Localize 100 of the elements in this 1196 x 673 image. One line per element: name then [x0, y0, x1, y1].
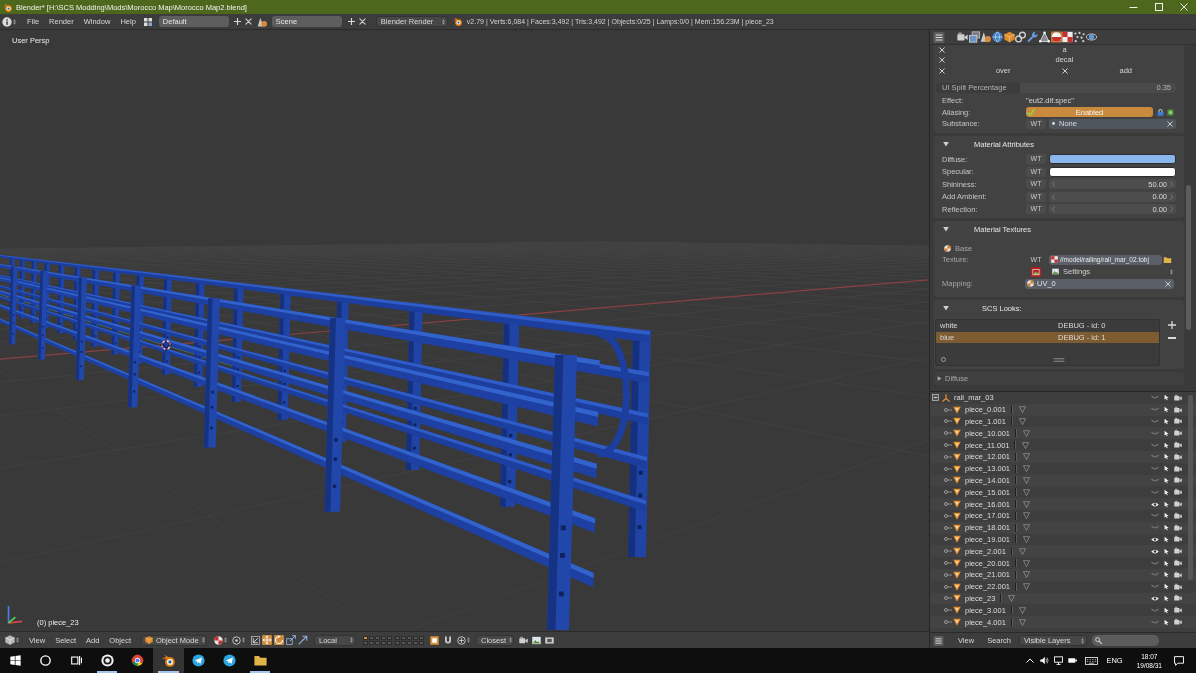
arrow-icon[interactable] — [298, 635, 309, 645]
link-icon[interactable] — [1015, 31, 1027, 43]
paper-plane-icon — [222, 654, 236, 667]
cube-icon[interactable] — [5, 635, 15, 645]
plus-icon[interactable] — [1168, 321, 1176, 329]
close-icon[interactable] — [358, 18, 366, 25]
keyboard-icon[interactable] — [1085, 656, 1099, 665]
axes-icon[interactable] — [251, 635, 261, 645]
sphere-icon[interactable] — [214, 635, 224, 645]
search-field[interactable] — [1091, 635, 1159, 646]
message-icon[interactable] — [1174, 655, 1184, 666]
triangle-icon — [953, 417, 961, 426]
scrollbar[interactable] — [1186, 185, 1191, 330]
camera-icon[interactable] — [1174, 476, 1182, 485]
camera-icon[interactable] — [1174, 559, 1182, 568]
camera-icon[interactable] — [1174, 618, 1182, 627]
up-down-arrows-icon[interactable] — [16, 637, 19, 643]
dot-icon[interactable] — [1167, 108, 1174, 116]
grid-icon[interactable] — [143, 17, 152, 26]
info-icon[interactable] — [2, 16, 12, 27]
eye-icon[interactable] — [1151, 548, 1159, 554]
pivot-icon[interactable] — [232, 635, 242, 645]
camera-icon[interactable] — [1174, 393, 1182, 402]
speaker-icon[interactable] — [1040, 656, 1050, 665]
resize-icon[interactable] — [286, 635, 297, 645]
collapse-icon[interactable] — [932, 394, 939, 402]
sphere-icon — [944, 244, 951, 252]
arc-icon[interactable] — [274, 635, 285, 645]
cube-icon[interactable] — [1003, 31, 1015, 43]
plus-icon[interactable] — [347, 18, 355, 25]
plus-icon[interactable] — [233, 18, 241, 25]
close-icon[interactable] — [939, 56, 945, 63]
close-icon[interactable] — [1061, 67, 1068, 74]
magnet-icon[interactable] — [444, 636, 453, 644]
screen-icon[interactable] — [545, 635, 555, 645]
camera-icon[interactable] — [1174, 500, 1182, 509]
camera-icon[interactable] — [1174, 535, 1182, 544]
windows-logo-icon[interactable] — [9, 655, 21, 666]
eye-icon[interactable] — [1151, 536, 1159, 542]
paper-plane-icon — [192, 654, 206, 667]
tree-line-icon — [944, 407, 952, 412]
eye-icon[interactable] — [1151, 595, 1159, 601]
cross-arrows-icon[interactable] — [262, 635, 273, 645]
target-icon[interactable] — [457, 635, 467, 645]
taskbar-button[interactable] — [152, 648, 184, 673]
close-icon[interactable] — [1167, 120, 1173, 127]
close-icon[interactable] — [939, 67, 945, 74]
grip-icon[interactable] — [1053, 357, 1065, 362]
camera-icon[interactable] — [1174, 511, 1182, 520]
up-down-arrows-icon[interactable] — [242, 637, 246, 643]
monitor-icon[interactable] — [1054, 656, 1064, 665]
image-icon[interactable] — [532, 635, 542, 645]
camera-icon[interactable] — [1174, 488, 1182, 497]
maximize-icon[interactable] — [1155, 3, 1163, 11]
eye-icon[interactable] — [1151, 501, 1159, 507]
task-view-icon[interactable] — [71, 655, 82, 666]
image-stack-icon[interactable] — [968, 31, 980, 43]
chevron-up-icon[interactable] — [1026, 658, 1035, 663]
lock-icon[interactable] — [1157, 108, 1164, 116]
layer-button[interactable] — [363, 635, 369, 640]
folder-icon[interactable] — [1163, 255, 1172, 264]
scrollbar[interactable] — [1188, 395, 1193, 580]
sphere-icon[interactable] — [1050, 31, 1062, 43]
camera-icon[interactable] — [1174, 570, 1182, 579]
list-icon[interactable] — [933, 31, 945, 43]
triangle-icon — [953, 488, 961, 497]
camera-icon[interactable] — [1174, 405, 1182, 414]
camera-icon[interactable] — [1174, 547, 1182, 556]
triangle-icon — [953, 618, 961, 627]
close-icon[interactable] — [939, 46, 945, 53]
minimize-icon[interactable] — [1129, 6, 1138, 8]
globe-icon[interactable] — [992, 31, 1004, 43]
frame-icon[interactable] — [430, 635, 440, 645]
camera-icon[interactable] — [1174, 594, 1182, 603]
wrench-icon[interactable] — [1027, 31, 1039, 43]
dots-icon[interactable] — [1073, 31, 1085, 43]
camera-icon[interactable] — [957, 31, 968, 43]
shapes-icon[interactable] — [980, 31, 992, 43]
shapes-icon[interactable] — [256, 16, 267, 27]
camera-icon[interactable] — [1174, 417, 1182, 426]
mesh-icon[interactable] — [1038, 31, 1050, 43]
battery-icon[interactable] — [1068, 658, 1078, 663]
color-field[interactable] — [1049, 154, 1176, 164]
close-icon[interactable] — [1165, 280, 1171, 287]
camera-icon[interactable] — [1174, 606, 1182, 615]
camera-icon[interactable] — [1174, 523, 1182, 532]
camera-icon[interactable] — [1174, 429, 1182, 438]
up-down-arrows-icon[interactable] — [13, 18, 16, 25]
up-down-arrows-icon[interactable] — [224, 637, 228, 643]
checker-icon[interactable] — [1062, 31, 1074, 43]
camera-icon[interactable] — [1174, 582, 1182, 591]
camera-icon[interactable] — [1174, 452, 1182, 461]
orbit-icon[interactable] — [1085, 31, 1097, 43]
close-icon[interactable] — [244, 18, 252, 25]
camera-icon[interactable] — [1174, 441, 1182, 450]
camera-icon[interactable] — [519, 635, 529, 645]
color-field[interactable] — [1049, 166, 1176, 177]
list-icon[interactable] — [933, 635, 944, 646]
camera-icon[interactable] — [1174, 464, 1182, 473]
up-down-arrows-icon[interactable] — [467, 637, 471, 643]
